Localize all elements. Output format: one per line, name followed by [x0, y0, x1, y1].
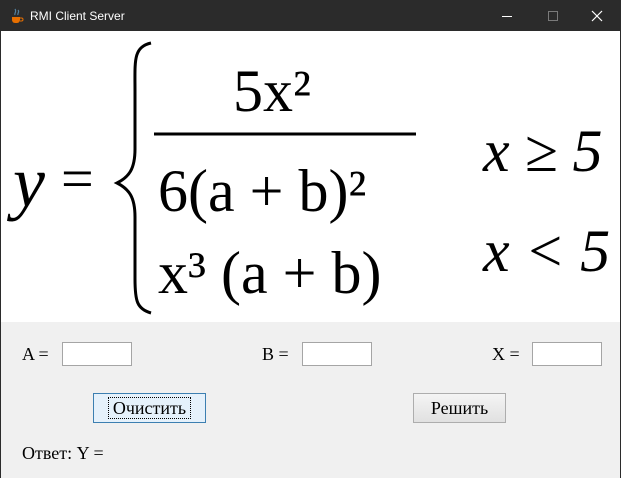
- case1-denominator: 6(a + b)²: [158, 158, 366, 224]
- input-form: A = B = X = Очистить Решить Ответ: Y =: [1, 322, 620, 478]
- b-input[interactable]: [302, 342, 372, 366]
- close-icon: [591, 10, 603, 22]
- minimize-icon: [502, 16, 512, 17]
- close-button[interactable]: [574, 1, 620, 31]
- case1-numerator: 5x²: [233, 58, 311, 124]
- title-bar[interactable]: RMI Client Server: [1, 1, 620, 31]
- solve-button-label: Решить: [430, 397, 489, 418]
- x-input[interactable]: [532, 342, 602, 366]
- a-label: A =: [22, 344, 49, 364]
- a-input[interactable]: [62, 342, 132, 366]
- case1-condition: x ≥ 5: [482, 118, 603, 184]
- app-window: RMI Client Server y = 5x² 6(a + b)² x ≥ …: [0, 0, 621, 478]
- case2-condition: x < 5: [482, 218, 610, 284]
- case2-expression: x³ (a + b): [158, 240, 381, 306]
- clear-button-label: Очистить: [107, 397, 192, 419]
- window-title: RMI Client Server: [30, 9, 125, 23]
- maximize-icon: [548, 11, 558, 21]
- minimize-button[interactable]: [484, 1, 530, 31]
- solve-button[interactable]: Решить: [413, 393, 506, 423]
- left-brace: [113, 41, 152, 315]
- formula-image: y = 5x² 6(a + b)² x ≥ 5 x³ (a + b) x < 5: [1, 31, 620, 322]
- formula-lhs: y: [6, 142, 45, 222]
- maximize-button[interactable]: [530, 1, 576, 31]
- formula-equals: =: [61, 146, 94, 211]
- java-coffee-cup-icon: [10, 8, 24, 24]
- answer-label: Ответ: Y =: [22, 443, 104, 463]
- b-label: B =: [262, 344, 289, 364]
- clear-button[interactable]: Очистить: [93, 393, 206, 423]
- x-label: X =: [492, 344, 520, 364]
